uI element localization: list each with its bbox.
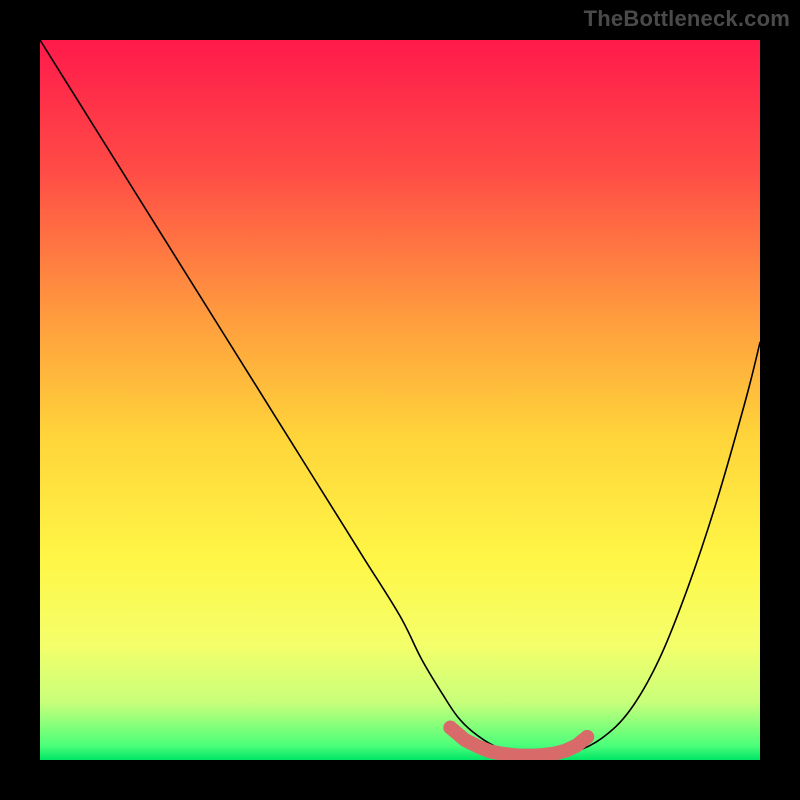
- chart-svg: [40, 40, 760, 760]
- chart-frame: TheBottleneck.com: [0, 0, 800, 800]
- gradient-background: [40, 40, 760, 760]
- marker-dot-end-1: [580, 730, 594, 744]
- watermark-text: TheBottleneck.com: [584, 6, 790, 32]
- plot-area: [40, 40, 760, 760]
- marker-dot-end-0: [443, 721, 457, 735]
